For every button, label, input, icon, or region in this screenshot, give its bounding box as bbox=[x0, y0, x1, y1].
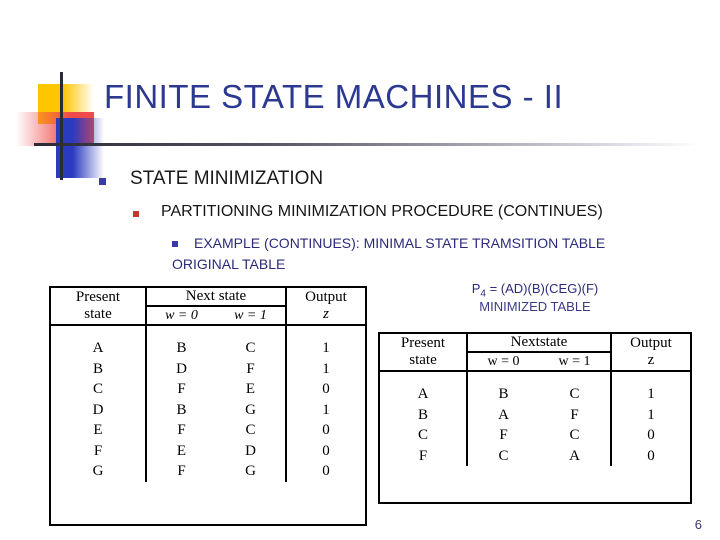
partition-equation: P4 = (AD)(B)(CEG)(F) bbox=[378, 281, 692, 300]
page-title: FINITE STATE MACHINES - II bbox=[104, 78, 564, 115]
table-row: A B C 1 bbox=[380, 371, 690, 405]
cell-z: 0 bbox=[322, 442, 330, 459]
cell-present: B bbox=[380, 404, 468, 425]
subheader-w0: w = 0 bbox=[467, 352, 539, 372]
outline-level2: PARTITIONING MINIMIZATION PROCEDURE (CON… bbox=[133, 203, 603, 221]
cell-z: 1 bbox=[647, 386, 655, 402]
table-header-row: Present state Nextstate Output z bbox=[380, 334, 690, 372]
cell-present: F bbox=[380, 445, 468, 466]
table-row: C F E 0 bbox=[51, 379, 365, 400]
minimized-table-subtitle: MINIMIZED TABLE bbox=[479, 299, 591, 314]
table-header-row: Present state Next state Output z bbox=[51, 288, 365, 326]
cell-z: 1 bbox=[322, 401, 330, 418]
cell-w0: D bbox=[176, 360, 187, 377]
square-bullet-icon bbox=[99, 178, 106, 185]
square-bullet-icon bbox=[133, 211, 139, 217]
outline-level1-label: STATE MINIMIZATION bbox=[130, 168, 324, 189]
header-output-line1: Output bbox=[630, 335, 672, 351]
cell-w1: C bbox=[539, 425, 612, 446]
header-present-line2: state bbox=[409, 352, 437, 368]
cell-w1: F bbox=[539, 404, 612, 425]
cell-w0: B bbox=[176, 340, 187, 356]
cell-present: G bbox=[51, 461, 147, 482]
cell-w0: A bbox=[498, 406, 509, 423]
cell-w1: C bbox=[215, 325, 288, 359]
header-present-state: Present state bbox=[51, 288, 147, 326]
subheader-w0: w = 0 bbox=[146, 306, 216, 326]
table-row: G F G 0 bbox=[51, 461, 365, 482]
cell-present: A bbox=[380, 371, 468, 405]
cell-w0: C bbox=[498, 447, 509, 464]
cell-w1: F bbox=[215, 358, 288, 379]
cell-w0: B bbox=[498, 386, 509, 402]
cell-w0: B bbox=[176, 401, 187, 418]
cell-w0: F bbox=[177, 381, 186, 397]
header-present-line2: state bbox=[84, 306, 112, 322]
table-row: D B G 1 bbox=[51, 399, 365, 420]
header-present-line1: Present bbox=[75, 289, 121, 305]
cell-w1: A bbox=[539, 445, 612, 466]
cell-w1: C bbox=[539, 371, 612, 405]
table-row: E F C 0 bbox=[51, 420, 365, 441]
cell-present: A bbox=[51, 325, 147, 359]
decoration-vertical-rule bbox=[60, 72, 63, 180]
subheader-w1: w = 1 bbox=[539, 352, 612, 372]
cell-z: 1 bbox=[322, 340, 330, 356]
cell-present: F bbox=[51, 440, 147, 461]
cell-w1: G bbox=[215, 461, 288, 482]
outline-level1: STATE MINIMIZATION bbox=[99, 168, 323, 190]
outline-level3: EXAMPLE (CONTINUES): MINIMAL STATE TRAMS… bbox=[172, 235, 605, 251]
header-output-line2: z bbox=[647, 352, 655, 368]
header-output-line2: z bbox=[323, 306, 329, 322]
cell-present: C bbox=[380, 425, 468, 446]
cell-z: 0 bbox=[647, 447, 655, 464]
page-number: 6 bbox=[694, 517, 702, 532]
table-row: B A F 1 bbox=[380, 404, 690, 425]
cell-z: 0 bbox=[647, 427, 655, 443]
header-output: Output z bbox=[611, 334, 690, 372]
original-table-grid: Present state Next state Output z w = 0 … bbox=[51, 288, 365, 482]
square-bullet-icon bbox=[172, 241, 178, 247]
cell-w0: F bbox=[177, 463, 186, 479]
cell-present: E bbox=[51, 420, 147, 441]
slide-canvas: FINITE STATE MACHINES - II STATE MINIMIZ… bbox=[0, 0, 720, 540]
header-present-state: Present state bbox=[380, 334, 468, 372]
outline-level2-label: PARTITIONING MINIMIZATION PROCEDURE (CON… bbox=[161, 203, 603, 220]
cell-w1: E bbox=[215, 379, 288, 400]
minimized-state-table: Present state Nextstate Output z w = 0 w… bbox=[378, 332, 692, 504]
cell-w0: E bbox=[176, 442, 187, 459]
cell-present: D bbox=[51, 399, 147, 420]
cell-z: 0 bbox=[322, 422, 330, 438]
cell-present: B bbox=[51, 358, 147, 379]
table-row: F C A 0 bbox=[380, 445, 690, 466]
header-output: Output z bbox=[286, 288, 365, 326]
outline-level3-label: EXAMPLE (CONTINUES): MINIMAL STATE TRAMS… bbox=[194, 235, 606, 251]
partition-equation-rest: = (AD)(B)(CEG)(F) bbox=[485, 281, 599, 296]
cell-z: 0 bbox=[322, 381, 330, 397]
original-state-table: Present state Next state Output z w = 0 … bbox=[49, 286, 367, 526]
header-next-state: Nextstate bbox=[467, 334, 612, 353]
cell-w1: D bbox=[215, 440, 288, 461]
cell-z: 1 bbox=[322, 360, 330, 377]
outline-level3-continued: ORIGINAL TABLE bbox=[172, 256, 286, 272]
table-row: F E D 0 bbox=[51, 440, 365, 461]
decoration-blue-square bbox=[56, 118, 104, 178]
table-row: C F C 0 bbox=[380, 425, 690, 446]
header-output-line1: Output bbox=[305, 289, 347, 305]
minimized-table-grid: Present state Nextstate Output z w = 0 w… bbox=[380, 334, 690, 466]
cell-w1: C bbox=[215, 420, 288, 441]
cell-z: 0 bbox=[322, 463, 330, 479]
header-next-state: Next state bbox=[146, 288, 287, 307]
table-row: B D F 1 bbox=[51, 358, 365, 379]
cell-present: C bbox=[51, 379, 147, 400]
decoration-horizontal-rule bbox=[34, 143, 700, 146]
cell-w0: F bbox=[499, 427, 508, 443]
subheader-w1: w = 1 bbox=[215, 306, 288, 326]
header-present-line1: Present bbox=[400, 335, 446, 351]
table-row: A B C 1 bbox=[51, 325, 365, 359]
cell-w0: F bbox=[177, 422, 186, 438]
cell-z: 1 bbox=[647, 406, 655, 423]
cell-w1: G bbox=[215, 399, 288, 420]
